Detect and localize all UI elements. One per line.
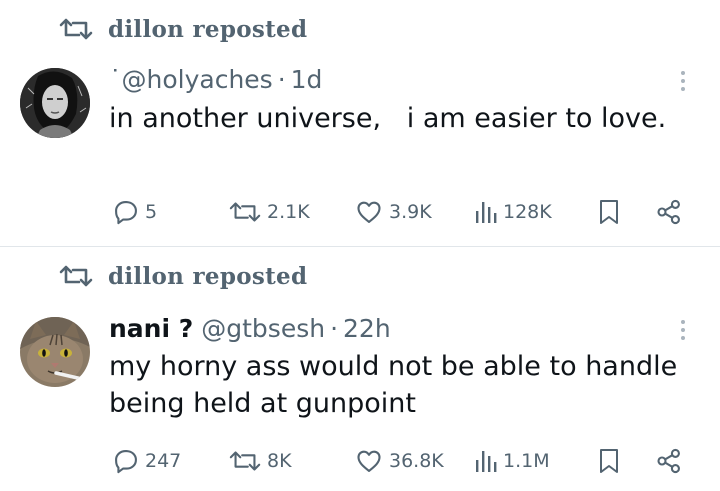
like-count: 36.8K	[389, 450, 444, 472]
bookmark-button[interactable]	[597, 194, 621, 230]
author-name[interactable]: nani ?	[109, 314, 193, 343]
heart-icon	[357, 201, 381, 223]
repost-label: dillon reposted	[108, 15, 308, 43]
avatar[interactable]	[20, 68, 90, 138]
repost-indicator: dillon reposted	[58, 261, 307, 291]
author-handle[interactable]: ˙@holyaches	[109, 65, 273, 94]
author-handle[interactable]: @gtbsesh	[201, 314, 325, 343]
reply-count: 5	[145, 201, 158, 223]
repost-icon	[229, 451, 261, 471]
view-count: 128K	[503, 201, 552, 223]
post-time[interactable]: 1d	[291, 65, 323, 94]
like-count: 3.9K	[389, 201, 432, 223]
reply-icon	[115, 450, 137, 474]
repost-count: 8K	[267, 450, 292, 472]
repost-indicator: dillon reposted	[58, 14, 307, 44]
reply-icon	[115, 201, 137, 225]
action-bar: 5 2.1K 3.9K 128K	[0, 194, 720, 230]
bookmark-icon	[600, 449, 618, 473]
separator-dot: ·	[277, 64, 286, 94]
reply-count: 247	[145, 450, 182, 472]
views-button[interactable]: 1.1M	[474, 443, 550, 479]
post-time[interactable]: 22h	[343, 314, 391, 343]
more-vertical-icon[interactable]	[676, 317, 690, 347]
repost-icon	[59, 18, 93, 40]
like-button[interactable]: 36.8K	[354, 443, 444, 479]
repost-icon	[229, 202, 261, 222]
action-bar: 247 8K 36.8K 1.1M	[0, 443, 720, 479]
avatar[interactable]	[20, 317, 90, 387]
views-button[interactable]: 128K	[474, 194, 552, 230]
separator-dot: ·	[330, 313, 339, 343]
repost-count: 2.1K	[267, 201, 310, 223]
bar-chart-icon	[476, 202, 497, 223]
repost-icon	[59, 265, 93, 287]
reply-button[interactable]: 247	[112, 443, 181, 479]
repost-button[interactable]: 2.1K	[228, 194, 310, 230]
heart-icon	[357, 450, 381, 472]
bar-chart-icon	[476, 451, 497, 472]
post[interactable]: dillon reposted nani ? @gtbsesh · 22h my…	[0, 247, 720, 491]
repost-button[interactable]: 8K	[228, 443, 292, 479]
post-header: ˙@holyaches · 1d	[109, 62, 322, 96]
bookmark-icon	[600, 200, 618, 224]
post[interactable]: dillon reposted ˙@holyaches · 1d in anot…	[0, 0, 720, 246]
reply-button[interactable]: 5	[112, 194, 157, 230]
post-text: in another universe, i am easier to love…	[109, 103, 667, 134]
share-icon	[657, 199, 680, 225]
repost-label: dillon reposted	[108, 262, 308, 290]
share-icon	[657, 448, 680, 474]
bookmark-button[interactable]	[597, 443, 621, 479]
share-button[interactable]	[655, 443, 683, 479]
share-button[interactable]	[655, 194, 683, 230]
view-count: 1.1M	[503, 450, 550, 472]
avatar-image	[20, 68, 90, 138]
post-header: nani ? @gtbsesh · 22h	[109, 311, 391, 345]
avatar-image	[20, 317, 90, 387]
post-text: my horny ass would not be able to handle…	[109, 351, 686, 419]
more-vertical-icon[interactable]	[676, 68, 690, 98]
like-button[interactable]: 3.9K	[354, 194, 432, 230]
